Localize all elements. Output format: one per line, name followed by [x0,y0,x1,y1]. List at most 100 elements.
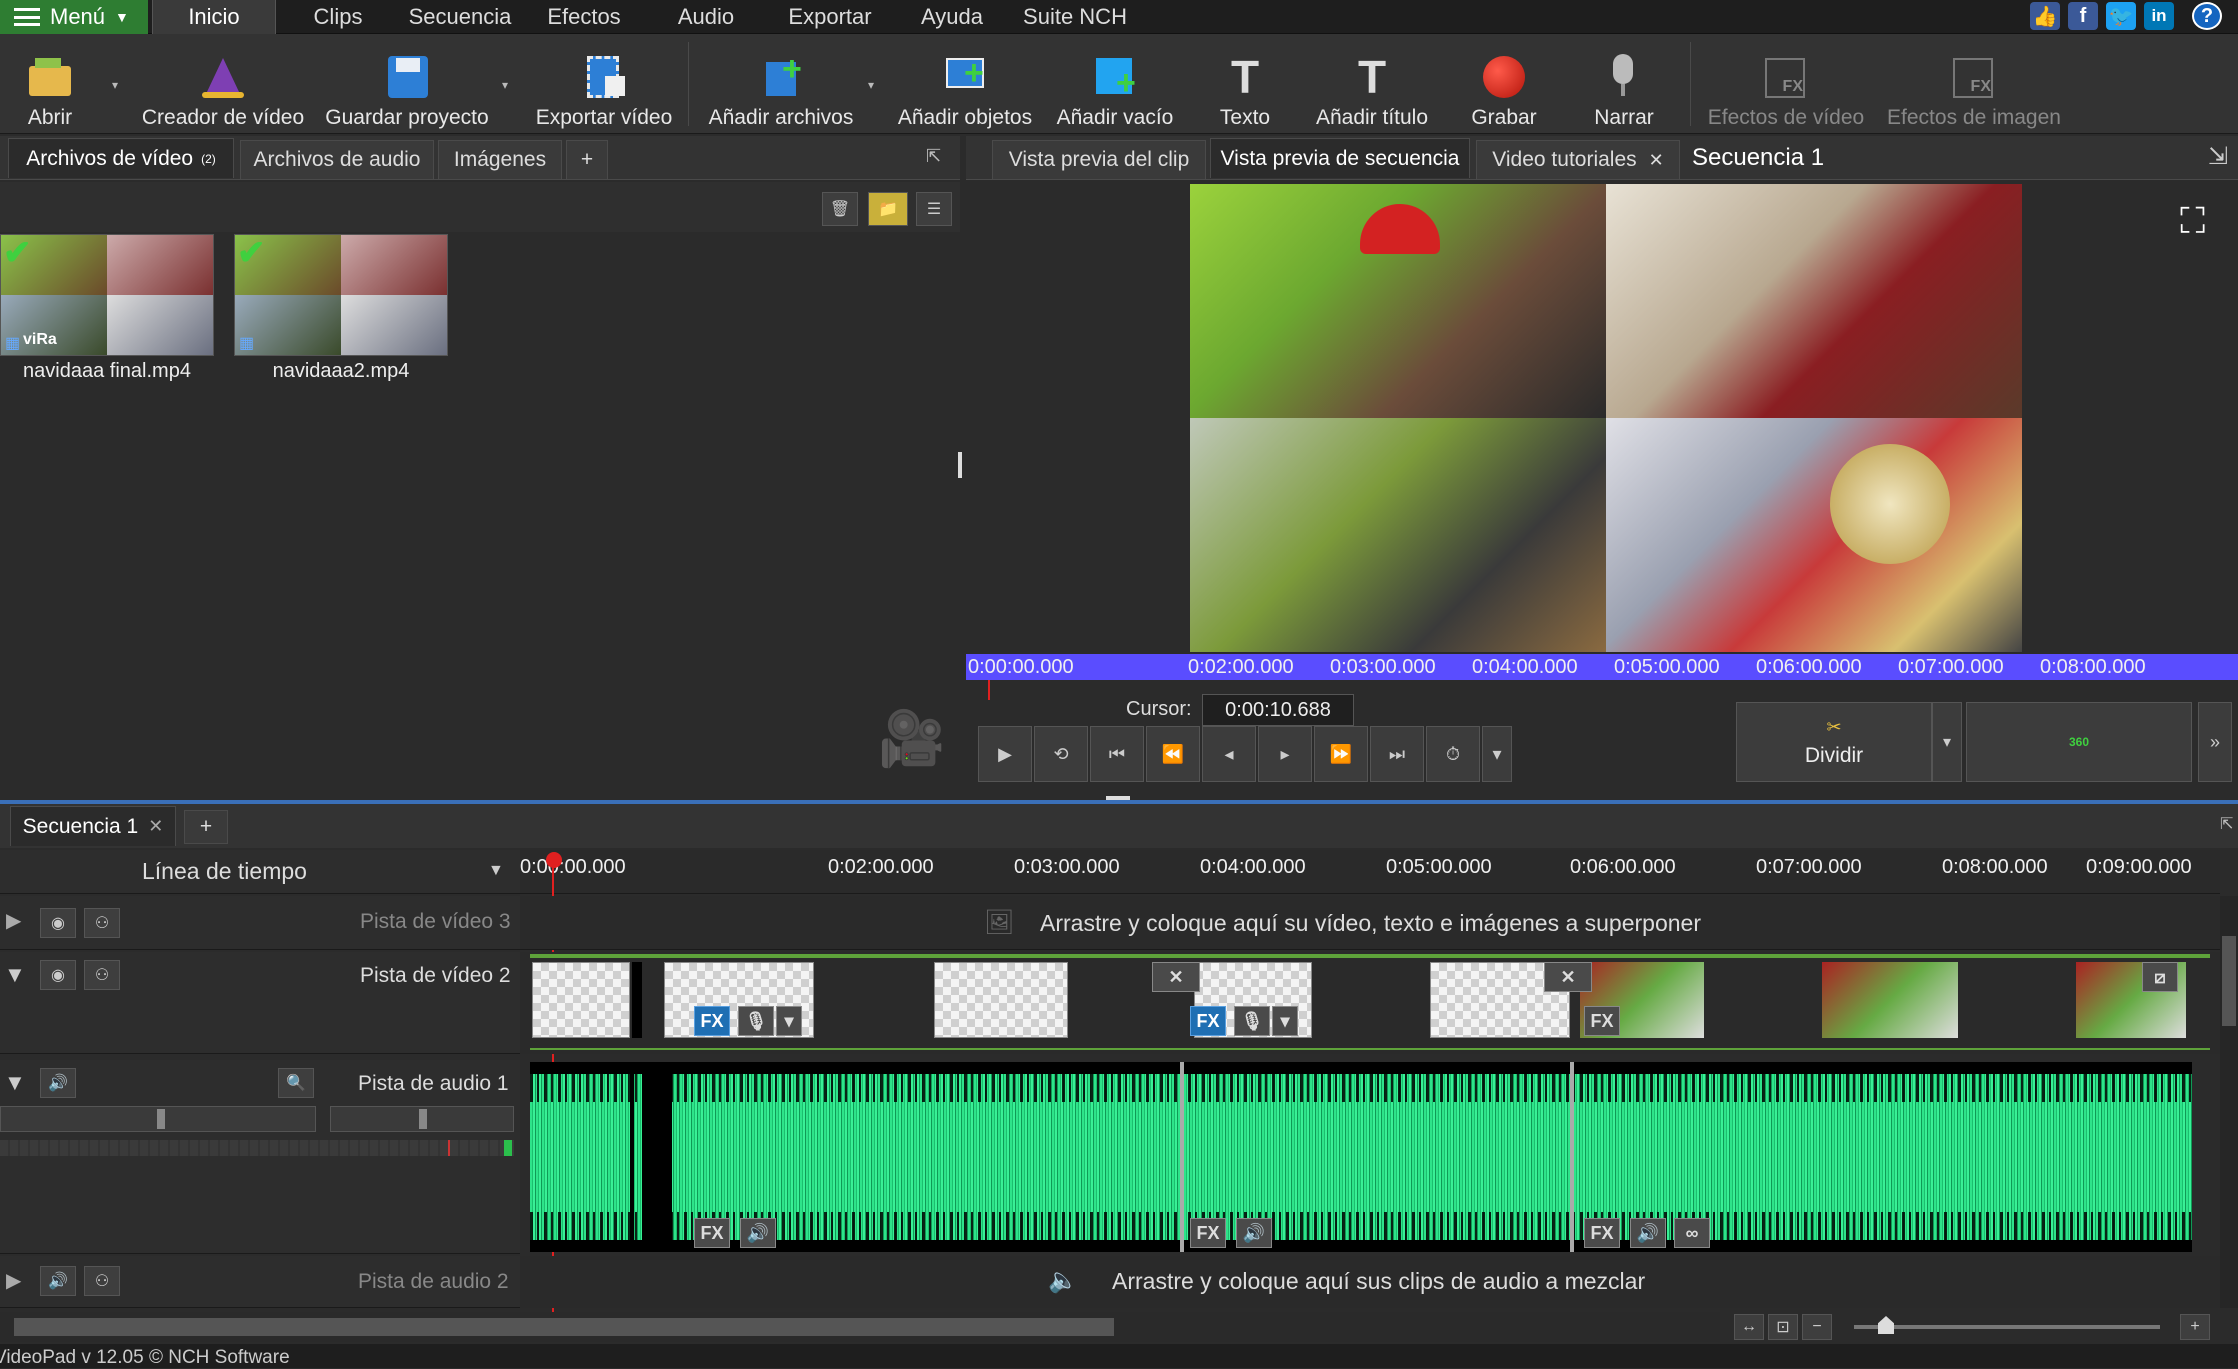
export-video-button[interactable]: Exportar vídeo [530,40,678,130]
text-button[interactable]: T Texto [1200,40,1290,130]
narrate-button[interactable]: Narrar [1576,40,1672,130]
add-title-button[interactable]: T Añadir título [1306,40,1438,130]
video-preview[interactable] [1190,184,2022,652]
record-button[interactable]: Grabar [1456,40,1552,130]
split-button[interactable]: ✂ Dividir [1736,702,1932,782]
tab-efectos[interactable]: Efectos [530,0,638,34]
zoom-waveform-icon[interactable]: 🔍 [278,1068,314,1098]
transition-icon[interactable]: ⧄ [2142,962,2178,992]
clip-fx-icon[interactable]: FX [694,1218,730,1248]
track-lane-audio-2[interactable]: 🔈 Arrastre y coloque aquí sus clips de a… [520,1256,2220,1308]
save-project-button[interactable]: Guardar proyecto [322,40,492,130]
zoom-slider-thumb[interactable] [1878,1316,1894,1334]
undock-icon[interactable]: ⇱ [2220,814,2233,834]
fit-timeline-icon[interactable]: ↔ [1734,1314,1764,1340]
chevron-down-icon[interactable]: ▾ [1932,702,1962,782]
tab-exportar[interactable]: Exportar [772,0,888,34]
timeline-mode-selector[interactable]: Línea de tiempo ▼ [0,850,520,894]
facebook-icon[interactable]: f [2068,2,2098,30]
360-video-button[interactable]: 360 [1966,702,2192,782]
linkedin-icon[interactable]: in [2144,2,2174,30]
main-menu-button[interactable]: Menú ▼ [0,0,148,34]
zoom-out-icon[interactable]: − [1802,1314,1832,1340]
track-lane-video-3[interactable]: 🖼 Arrastre y coloque aquí su vídeo, text… [520,896,2220,950]
speaker-icon[interactable]: 🔊 [1630,1218,1666,1248]
clip-fx-icon[interactable]: FX [1584,1006,1620,1036]
step-forward-button[interactable]: ▸ [1258,726,1312,782]
preview-playhead[interactable] [988,680,990,700]
expand-icon[interactable]: ▶ [6,908,21,933]
next-clip-button[interactable]: ⏩ [1314,726,1368,782]
speaker-icon[interactable]: 🔊 [40,1068,76,1098]
tab-inicio[interactable]: Inicio [152,0,276,34]
playhead-handle[interactable] [546,852,562,868]
link-icon[interactable]: ∞ [1674,1218,1710,1248]
delete-icon[interactable]: 🗑 [822,192,858,226]
transition-icon[interactable]: ✕ [1544,962,1592,992]
add-objects-button[interactable]: + Añadir objetos [890,40,1040,130]
file-thumbnail[interactable]: ✔ ▦ [234,234,448,356]
zoom-fit-icon[interactable]: ⊡ [1768,1314,1798,1340]
tab-video-tutorials[interactable]: Video tutoriales ✕ [1476,140,1680,180]
tab-clips[interactable]: Clips [290,0,386,34]
microphone-icon[interactable]: 🎙 [1234,1006,1270,1036]
track-options-icon[interactable]: ⚇ [84,960,120,990]
chevron-down-icon[interactable]: ▾ [1482,726,1512,782]
open-button[interactable]: Abrir [8,40,92,130]
tab-audio[interactable]: Audio [660,0,752,34]
close-icon[interactable]: ✕ [148,816,163,837]
close-icon[interactable]: ✕ [1649,150,1664,171]
track-options-icon[interactable]: ⚇ [84,1266,120,1296]
video-clip[interactable] [934,962,1068,1038]
tab-secuencia[interactable]: Secuencia [400,0,520,34]
tab-sequence-1[interactable]: Secuencia 1 ✕ [10,806,176,846]
fullscreen-icon[interactable]: ⛶ [2180,200,2205,243]
cursor-time-field[interactable]: 0:00:10.688 [1202,694,1354,726]
clip-fx-icon[interactable]: FX [1190,1006,1226,1036]
collapse-icon[interactable]: ▼ [4,962,26,988]
eye-icon[interactable]: ◉ [40,908,76,938]
track-options-icon[interactable]: ⚇ [84,908,120,938]
image-effects-button[interactable]: FX Efectos de imagen [1884,40,2064,130]
clip-fx-icon[interactable]: FX [1190,1218,1226,1248]
splitter-handle[interactable] [958,452,962,478]
chevron-down-icon[interactable]: ▾ [868,78,874,92]
tab-video-files[interactable]: Archivos de vídeo (2) [8,138,234,178]
tab-ayuda[interactable]: Ayuda [904,0,1000,34]
eye-icon[interactable]: ◉ [40,960,76,990]
chevron-down-icon[interactable]: ▾ [112,78,118,92]
list-view-icon[interactable]: ☰ [916,192,952,226]
twitter-icon[interactable]: 🐦 [2106,2,2136,30]
vertical-scrollbar[interactable] [2220,896,2238,1308]
add-files-button[interactable]: + Añadir archivos [700,40,862,130]
tab-suite-nch[interactable]: Suite NCH [1012,0,1138,34]
scrollbar-thumb[interactable] [14,1318,1114,1336]
speaker-icon[interactable]: 🔊 [40,1266,76,1296]
go-to-end-button[interactable]: ⏭ [1370,726,1424,782]
more-chevron-icon[interactable]: » [2198,702,2232,782]
go-to-start-button[interactable]: ⏮ [1090,726,1144,782]
microphone-icon[interactable]: 🎙 [738,1006,774,1036]
tab-audio-files[interactable]: Archivos de audio [240,140,434,180]
collapse-icon[interactable]: ▼ [4,1070,26,1096]
speaker-icon[interactable]: 🔊 [740,1218,776,1248]
step-back-button[interactable]: ◂ [1202,726,1256,782]
zoom-slider[interactable] [1854,1325,2160,1329]
add-bin-tab-button[interactable]: + [566,140,608,180]
horizontal-scrollbar[interactable] [0,1312,1720,1342]
new-folder-icon[interactable]: 📁 [868,192,908,226]
tab-sequence-preview[interactable]: Vista previa de secuencia [1210,138,1470,178]
play-button[interactable]: ▶ [978,726,1032,782]
undock-icon[interactable]: ⇱ [926,146,941,167]
zoom-in-icon[interactable]: + [2180,1314,2210,1340]
audio-waveform[interactable] [530,1062,2192,1252]
speed-button[interactable]: ⏱ [1426,726,1480,782]
video-creator-button[interactable]: Creador de vídeo [138,40,308,130]
help-icon[interactable]: ? [2192,2,2222,30]
loop-button[interactable]: ⟲ [1034,726,1088,782]
undock-icon[interactable]: ⇲ [2208,142,2228,171]
video-effects-button[interactable]: FX Efectos de vídeo [1706,40,1866,130]
tab-images[interactable]: Imágenes [438,140,562,180]
add-blank-button[interactable]: + Añadir vacío [1050,40,1180,130]
file-thumbnail[interactable]: ✔ viRa ▦ [0,234,214,356]
